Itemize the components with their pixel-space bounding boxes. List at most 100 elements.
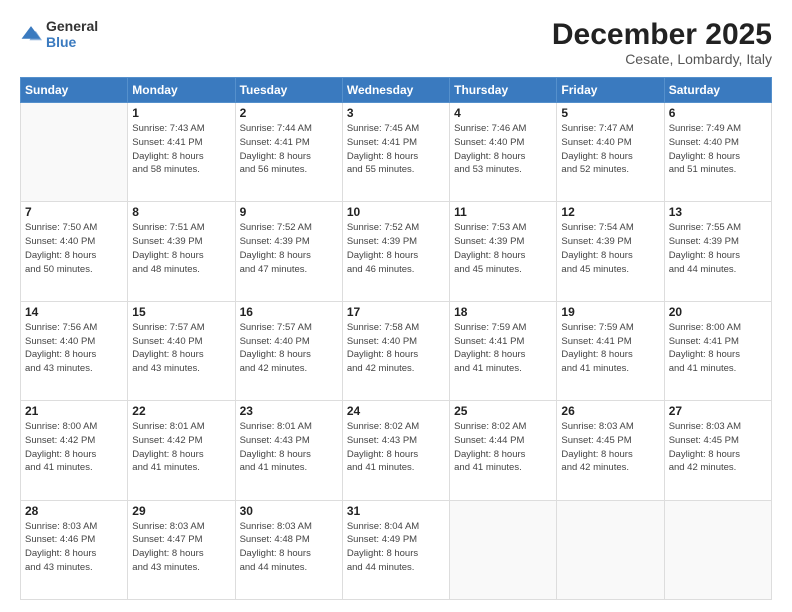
day-info: Sunrise: 8:04 AMSunset: 4:49 PMDaylight:… [347, 520, 445, 575]
day-number: 6 [669, 106, 767, 120]
day-cell: 13Sunrise: 7:55 AMSunset: 4:39 PMDayligh… [664, 202, 771, 301]
day-info: Sunrise: 8:02 AMSunset: 4:44 PMDaylight:… [454, 420, 552, 475]
day-number: 31 [347, 504, 445, 518]
day-cell: 6 Sunrise: 7:49 AMSunset: 4:40 PMDaylight… [664, 103, 771, 202]
week-row-4: 21 Sunrise: 8:00 AMSunset: 4:42 PMDayligh… [21, 401, 772, 500]
day-info: Sunrise: 7:59 AMSunset: 4:41 PMDaylight:… [561, 321, 659, 376]
day-info: Sunrise: 7:49 AMSunset: 4:40 PMDaylight:… [669, 122, 767, 177]
day-number: 7 [25, 205, 123, 219]
location-title: Cesate, Lombardy, Italy [552, 51, 772, 67]
day-info: Sunrise: 7:52 AMSunset: 4:39 PMDaylight:… [240, 221, 338, 276]
day-cell: 21 Sunrise: 8:00 AMSunset: 4:42 PMDayligh… [21, 401, 128, 500]
day-cell: 20 Sunrise: 8:00 AMSunset: 4:41 PMDayligh… [664, 301, 771, 400]
day-info: Sunrise: 8:01 AMSunset: 4:42 PMDaylight:… [132, 420, 230, 475]
day-info: Sunrise: 7:43 AMSunset: 4:41 PMDaylight:… [132, 122, 230, 177]
day-number: 1 [132, 106, 230, 120]
day-number: 20 [669, 305, 767, 319]
day-number: 4 [454, 106, 552, 120]
week-row-5: 28 Sunrise: 8:03 AMSunset: 4:46 PMDayligh… [21, 500, 772, 599]
header-cell-tuesday: Tuesday [235, 78, 342, 103]
header-cell-sunday: Sunday [21, 78, 128, 103]
day-info: Sunrise: 8:03 AMSunset: 4:46 PMDaylight:… [25, 520, 123, 575]
day-number: 27 [669, 404, 767, 418]
day-cell: 17Sunrise: 7:58 AMSunset: 4:40 PMDayligh… [342, 301, 449, 400]
day-number: 17 [347, 305, 445, 319]
day-cell: 27Sunrise: 8:03 AMSunset: 4:45 PMDayligh… [664, 401, 771, 500]
header-cell-wednesday: Wednesday [342, 78, 449, 103]
day-number: 21 [25, 404, 123, 418]
day-cell: 11Sunrise: 7:53 AMSunset: 4:39 PMDayligh… [450, 202, 557, 301]
day-cell: 24Sunrise: 8:02 AMSunset: 4:43 PMDayligh… [342, 401, 449, 500]
day-cell: 5 Sunrise: 7:47 AMSunset: 4:40 PMDaylight… [557, 103, 664, 202]
day-cell: 4 Sunrise: 7:46 AMSunset: 4:40 PMDaylight… [450, 103, 557, 202]
day-number: 18 [454, 305, 552, 319]
day-number: 2 [240, 106, 338, 120]
calendar-body: 1 Sunrise: 7:43 AMSunset: 4:41 PMDaylight… [21, 103, 772, 600]
day-cell: 1 Sunrise: 7:43 AMSunset: 4:41 PMDaylight… [128, 103, 235, 202]
day-number: 13 [669, 205, 767, 219]
day-cell: 9 Sunrise: 7:52 AMSunset: 4:39 PMDaylight… [235, 202, 342, 301]
day-cell: 3Sunrise: 7:45 AMSunset: 4:41 PMDaylight… [342, 103, 449, 202]
day-number: 5 [561, 106, 659, 120]
logo-text: General Blue [46, 18, 98, 50]
header-cell-monday: Monday [128, 78, 235, 103]
day-cell: 18 Sunrise: 7:59 AMSunset: 4:41 PMDayligh… [450, 301, 557, 400]
day-number: 9 [240, 205, 338, 219]
day-number: 16 [240, 305, 338, 319]
calendar: SundayMondayTuesdayWednesdayThursdayFrid… [20, 77, 772, 600]
month-title: December 2025 [552, 18, 772, 51]
day-number: 15 [132, 305, 230, 319]
day-info: Sunrise: 7:51 AMSunset: 4:39 PMDaylight:… [132, 221, 230, 276]
week-row-2: 7Sunrise: 7:50 AMSunset: 4:40 PMDaylight… [21, 202, 772, 301]
day-info: Sunrise: 7:46 AMSunset: 4:40 PMDaylight:… [454, 122, 552, 177]
day-cell: 26 Sunrise: 8:03 AMSunset: 4:45 PMDayligh… [557, 401, 664, 500]
day-number: 26 [561, 404, 659, 418]
day-info: Sunrise: 8:03 AMSunset: 4:47 PMDaylight:… [132, 520, 230, 575]
day-info: Sunrise: 7:54 AMSunset: 4:39 PMDaylight:… [561, 221, 659, 276]
day-cell: 22 Sunrise: 8:01 AMSunset: 4:42 PMDayligh… [128, 401, 235, 500]
day-number: 28 [25, 504, 123, 518]
day-cell: 30Sunrise: 8:03 AMSunset: 4:48 PMDayligh… [235, 500, 342, 599]
week-row-1: 1 Sunrise: 7:43 AMSunset: 4:41 PMDaylight… [21, 103, 772, 202]
day-cell: 10 Sunrise: 7:52 AMSunset: 4:39 PMDayligh… [342, 202, 449, 301]
header-cell-thursday: Thursday [450, 78, 557, 103]
day-info: Sunrise: 7:57 AMSunset: 4:40 PMDaylight:… [240, 321, 338, 376]
day-cell: 23Sunrise: 8:01 AMSunset: 4:43 PMDayligh… [235, 401, 342, 500]
day-cell: 28 Sunrise: 8:03 AMSunset: 4:46 PMDayligh… [21, 500, 128, 599]
day-number: 22 [132, 404, 230, 418]
day-info: Sunrise: 7:57 AMSunset: 4:40 PMDaylight:… [132, 321, 230, 376]
day-number: 29 [132, 504, 230, 518]
logo: General Blue [20, 18, 98, 50]
day-info: Sunrise: 7:47 AMSunset: 4:40 PMDaylight:… [561, 122, 659, 177]
day-cell [21, 103, 128, 202]
day-info: Sunrise: 7:52 AMSunset: 4:39 PMDaylight:… [347, 221, 445, 276]
day-cell: 31 Sunrise: 8:04 AMSunset: 4:49 PMDayligh… [342, 500, 449, 599]
day-info: Sunrise: 8:03 AMSunset: 4:45 PMDaylight:… [561, 420, 659, 475]
day-number: 24 [347, 404, 445, 418]
logo-general: General [46, 18, 98, 34]
day-cell: 14Sunrise: 7:56 AMSunset: 4:40 PMDayligh… [21, 301, 128, 400]
day-info: Sunrise: 7:59 AMSunset: 4:41 PMDaylight:… [454, 321, 552, 376]
day-number: 8 [132, 205, 230, 219]
day-info: Sunrise: 7:45 AMSunset: 4:41 PMDaylight:… [347, 122, 445, 177]
day-info: Sunrise: 8:00 AMSunset: 4:41 PMDaylight:… [669, 321, 767, 376]
day-info: Sunrise: 8:01 AMSunset: 4:43 PMDaylight:… [240, 420, 338, 475]
week-row-3: 14Sunrise: 7:56 AMSunset: 4:40 PMDayligh… [21, 301, 772, 400]
logo-icon [20, 23, 42, 45]
header: General Blue December 2025 Cesate, Lomba… [20, 18, 772, 67]
day-number: 12 [561, 205, 659, 219]
logo-blue: Blue [46, 34, 98, 50]
day-number: 30 [240, 504, 338, 518]
day-cell: 25Sunrise: 8:02 AMSunset: 4:44 PMDayligh… [450, 401, 557, 500]
day-info: Sunrise: 7:53 AMSunset: 4:39 PMDaylight:… [454, 221, 552, 276]
day-cell [450, 500, 557, 599]
day-info: Sunrise: 7:44 AMSunset: 4:41 PMDaylight:… [240, 122, 338, 177]
header-cell-friday: Friday [557, 78, 664, 103]
header-cell-saturday: Saturday [664, 78, 771, 103]
title-section: December 2025 Cesate, Lombardy, Italy [552, 18, 772, 67]
day-number: 10 [347, 205, 445, 219]
day-info: Sunrise: 8:00 AMSunset: 4:42 PMDaylight:… [25, 420, 123, 475]
day-cell [664, 500, 771, 599]
day-cell: 15 Sunrise: 7:57 AMSunset: 4:40 PMDayligh… [128, 301, 235, 400]
day-cell: 29 Sunrise: 8:03 AMSunset: 4:47 PMDayligh… [128, 500, 235, 599]
